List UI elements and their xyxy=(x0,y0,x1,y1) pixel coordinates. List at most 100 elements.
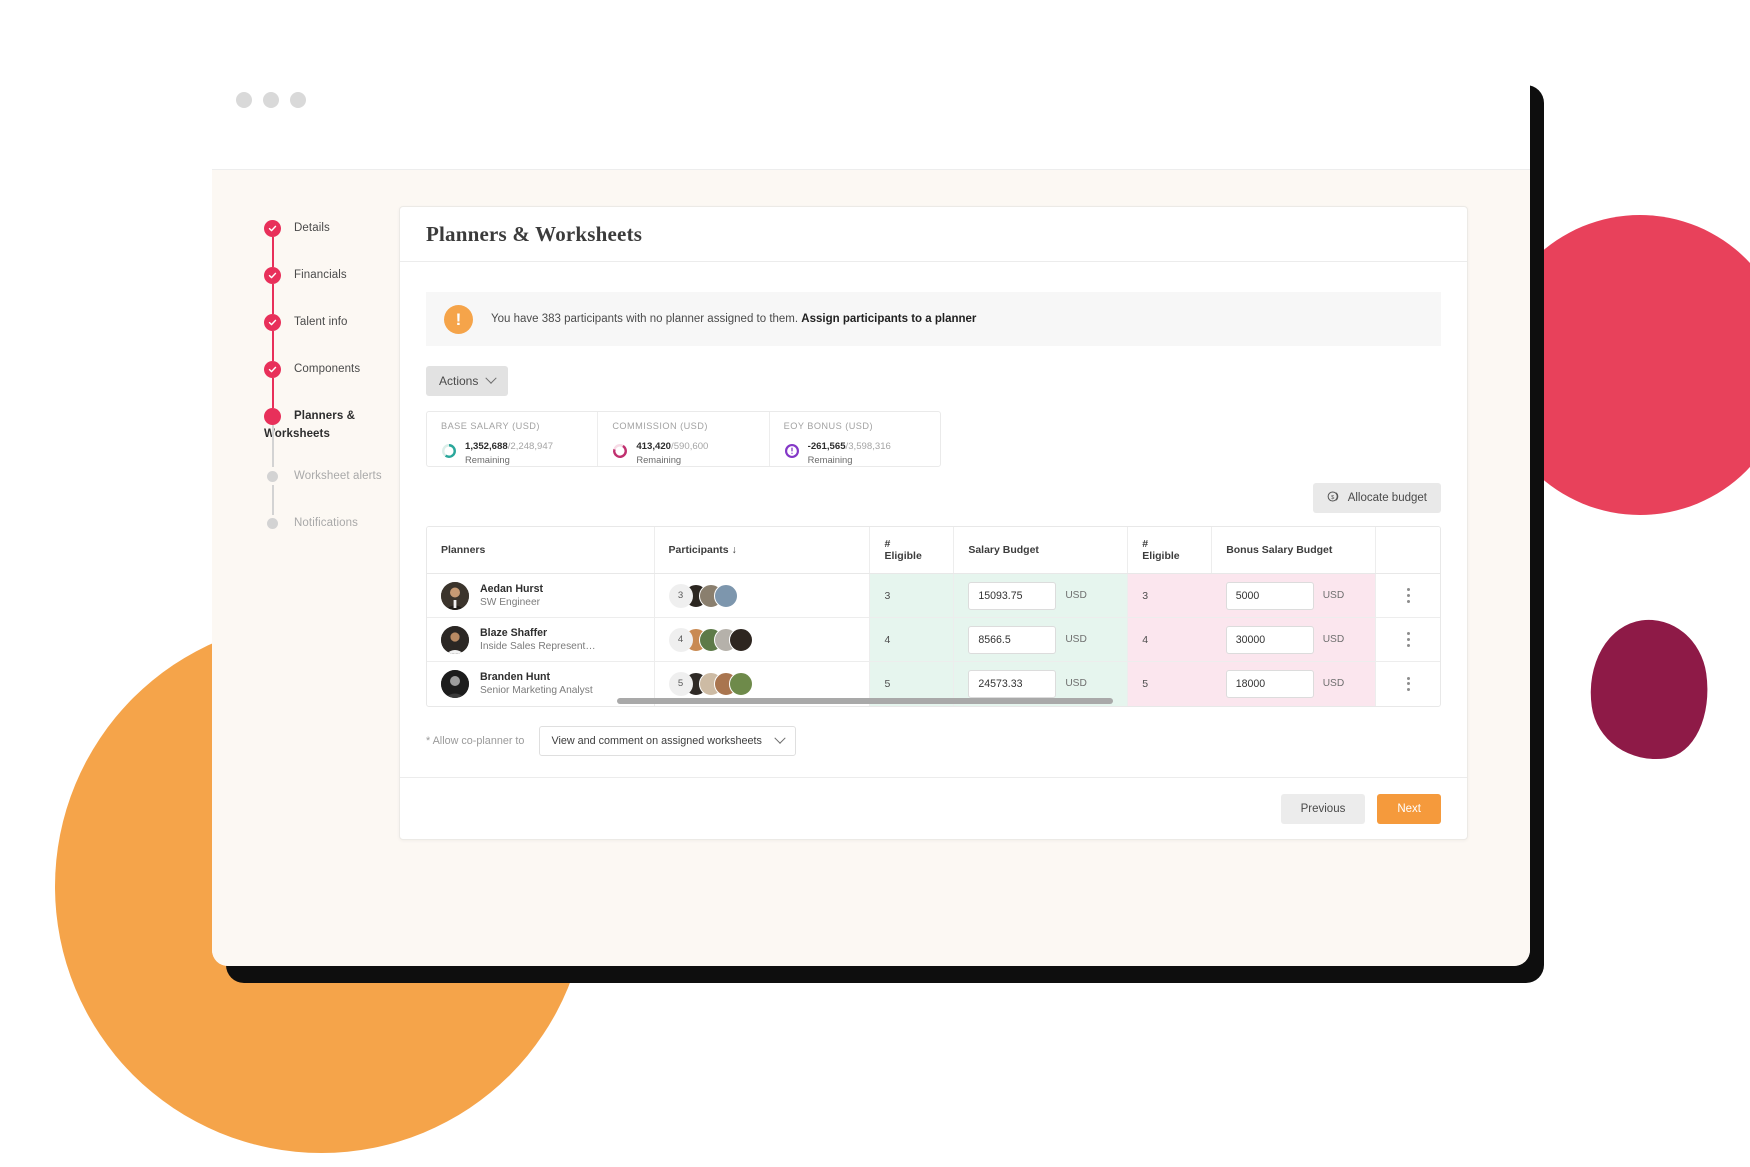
bonus-budget-input[interactable] xyxy=(1225,581,1314,610)
bonus-budget-input[interactable] xyxy=(1225,669,1314,698)
budget-subtitle: Remaining xyxy=(807,454,853,465)
check-circle-icon xyxy=(264,220,281,237)
wizard-stepper: Details Financials Talent info Component… xyxy=(212,206,399,966)
budget-remaining: 413,420 xyxy=(636,441,672,452)
planner-role: Inside Sales Representati… xyxy=(480,640,598,652)
allocate-budget-label: Allocate budget xyxy=(1347,492,1427,504)
salary-budget-input[interactable] xyxy=(968,625,1057,654)
planners-worksheets-card: Planners & Worksheets ! You have 383 par… xyxy=(399,206,1468,840)
browser-urlbar xyxy=(212,132,1530,170)
main-column: Planners & Worksheets ! You have 383 par… xyxy=(399,206,1530,966)
avatar xyxy=(441,669,469,698)
planner-cell: Aedan Hurst SW Engineer xyxy=(427,573,655,618)
sidebar-item-label: Notifications xyxy=(294,517,358,529)
salary-budget-input[interactable] xyxy=(968,669,1057,698)
budget-exceeded-icon xyxy=(784,443,800,459)
row-actions-cell[interactable] xyxy=(1375,661,1440,706)
budget-currency: (USD) xyxy=(512,421,540,431)
check-circle-icon xyxy=(264,361,281,378)
step-connector xyxy=(272,378,274,408)
sidebar-item-components[interactable]: Components xyxy=(264,359,399,408)
progress-donut-icon xyxy=(612,443,628,459)
actions-button-label: Actions xyxy=(439,374,479,388)
currency-label: USD xyxy=(1065,634,1087,645)
more-options-icon[interactable] xyxy=(1390,676,1426,691)
sidebar-item-notifications[interactable]: Notifications xyxy=(264,513,399,560)
planner-name: Blaze Shaffer xyxy=(480,626,548,639)
row-actions-cell[interactable] xyxy=(1375,573,1440,618)
app-viewport: Details Financials Talent info Component… xyxy=(212,170,1530,966)
step-connector xyxy=(272,425,274,467)
budget-currency: (USD) xyxy=(680,421,708,431)
bonus-budget-input[interactable] xyxy=(1225,625,1314,654)
budget-summary-row: BASE SALARY (USD) 1,352,688/2,248,947 Re… xyxy=(426,411,941,467)
participant-avatar xyxy=(713,583,738,608)
participant-avatar-stack[interactable]: 5 xyxy=(668,671,856,696)
column-header-salary-budget[interactable]: Salary Budget xyxy=(953,527,1128,574)
budget-remaining: -261,565 xyxy=(807,441,846,452)
step-connector xyxy=(272,284,274,314)
sidebar-item-financials[interactable]: Financials xyxy=(264,265,399,314)
planner-name: Aedan Hurst xyxy=(480,582,543,595)
planner-role: Senior Marketing Analyst xyxy=(480,684,593,696)
sidebar-item-label: Worksheet alerts xyxy=(294,470,382,482)
budget-title-text: COMMISSION xyxy=(612,421,678,431)
table-header-row: Planners Participants ↓ # Eligible Salary… xyxy=(427,527,1440,574)
row-actions-cell[interactable] xyxy=(1375,617,1440,662)
sidebar-item-worksheet-alerts[interactable]: Worksheet alerts xyxy=(264,466,399,515)
coin-icon: $ xyxy=(1327,490,1340,506)
actions-button[interactable]: Actions xyxy=(426,366,509,396)
salary-budget-cell: USD xyxy=(953,573,1128,618)
bonus-budget-cell: USD xyxy=(1211,661,1376,706)
chevron-down-icon xyxy=(485,372,498,384)
eligible-bonus-cell: 5 xyxy=(1127,661,1212,706)
card-footer: Previous Next xyxy=(400,777,1467,839)
sidebar-item-planners-worksheets[interactable]: Planners & Worksheets xyxy=(264,406,399,467)
column-header-actions xyxy=(1375,527,1440,574)
window-maximize-dot[interactable] xyxy=(290,92,306,108)
svg-text:$: $ xyxy=(1331,495,1335,501)
chevron-down-icon xyxy=(774,732,787,744)
column-header-eligible-salary[interactable]: # Eligible xyxy=(869,527,954,574)
salary-budget-cell: USD xyxy=(953,617,1128,662)
allocate-budget-button[interactable]: $ Allocate budget xyxy=(1312,483,1441,513)
column-header-bonus-salary-budget[interactable]: Bonus Salary Budget xyxy=(1211,527,1376,574)
eligible-bonus-cell: 3 xyxy=(1127,573,1212,618)
assign-participants-link[interactable]: Assign participants to a planner xyxy=(801,313,976,325)
participant-avatar-stack[interactable]: 4 xyxy=(668,627,856,652)
budget-card-commission: COMMISSION (USD) 413,420/590,600 Remaini… xyxy=(597,412,768,466)
participant-count: 3 xyxy=(668,583,693,608)
more-options-icon[interactable] xyxy=(1390,588,1426,603)
currency-label: USD xyxy=(1065,590,1087,601)
salary-budget-input[interactable] xyxy=(968,581,1057,610)
column-header-planners[interactable]: Planners xyxy=(427,527,655,574)
coplanner-select[interactable]: View and comment on assigned worksheets xyxy=(539,725,797,756)
budget-card-base-salary: BASE SALARY (USD) 1,352,688/2,248,947 Re… xyxy=(427,412,597,466)
planner-cell: Blaze Shaffer Inside Sales Representati… xyxy=(427,617,655,662)
previous-button[interactable]: Previous xyxy=(1280,793,1366,824)
page-title: Planners & Worksheets xyxy=(426,221,643,246)
sidebar-item-talent-info[interactable]: Talent info xyxy=(264,312,399,361)
planner-role: SW Engineer xyxy=(480,596,541,608)
sort-arrow-icon: ↓ xyxy=(731,544,737,556)
participants-cell[interactable]: 3 xyxy=(653,573,870,618)
sidebar-item-details[interactable]: Details xyxy=(264,218,399,267)
warning-icon: ! xyxy=(444,304,473,334)
participants-cell[interactable]: 4 xyxy=(653,617,870,662)
participant-count: 5 xyxy=(668,671,693,696)
more-options-icon[interactable] xyxy=(1390,632,1426,647)
no-planner-alert-banner: ! You have 383 participants with no plan… xyxy=(426,292,1441,346)
next-button[interactable]: Next xyxy=(1377,793,1441,824)
sidebar-item-label: Talent info xyxy=(294,316,348,328)
coplanner-label: * Allow co-planner to xyxy=(426,734,525,747)
column-header-eligible-bonus[interactable]: # Eligible xyxy=(1127,527,1212,574)
current-step-dot-icon xyxy=(264,408,281,425)
window-minimize-dot[interactable] xyxy=(263,92,279,108)
horizontal-scrollbar[interactable] xyxy=(617,697,1113,704)
participant-count: 4 xyxy=(668,627,693,652)
browser-titlebar xyxy=(212,68,1530,132)
alert-message: You have 383 participants with no planne… xyxy=(491,313,976,325)
participant-avatar-stack[interactable]: 3 xyxy=(668,583,856,608)
column-header-participants[interactable]: Participants ↓ xyxy=(653,527,870,574)
window-close-dot[interactable] xyxy=(236,92,252,108)
